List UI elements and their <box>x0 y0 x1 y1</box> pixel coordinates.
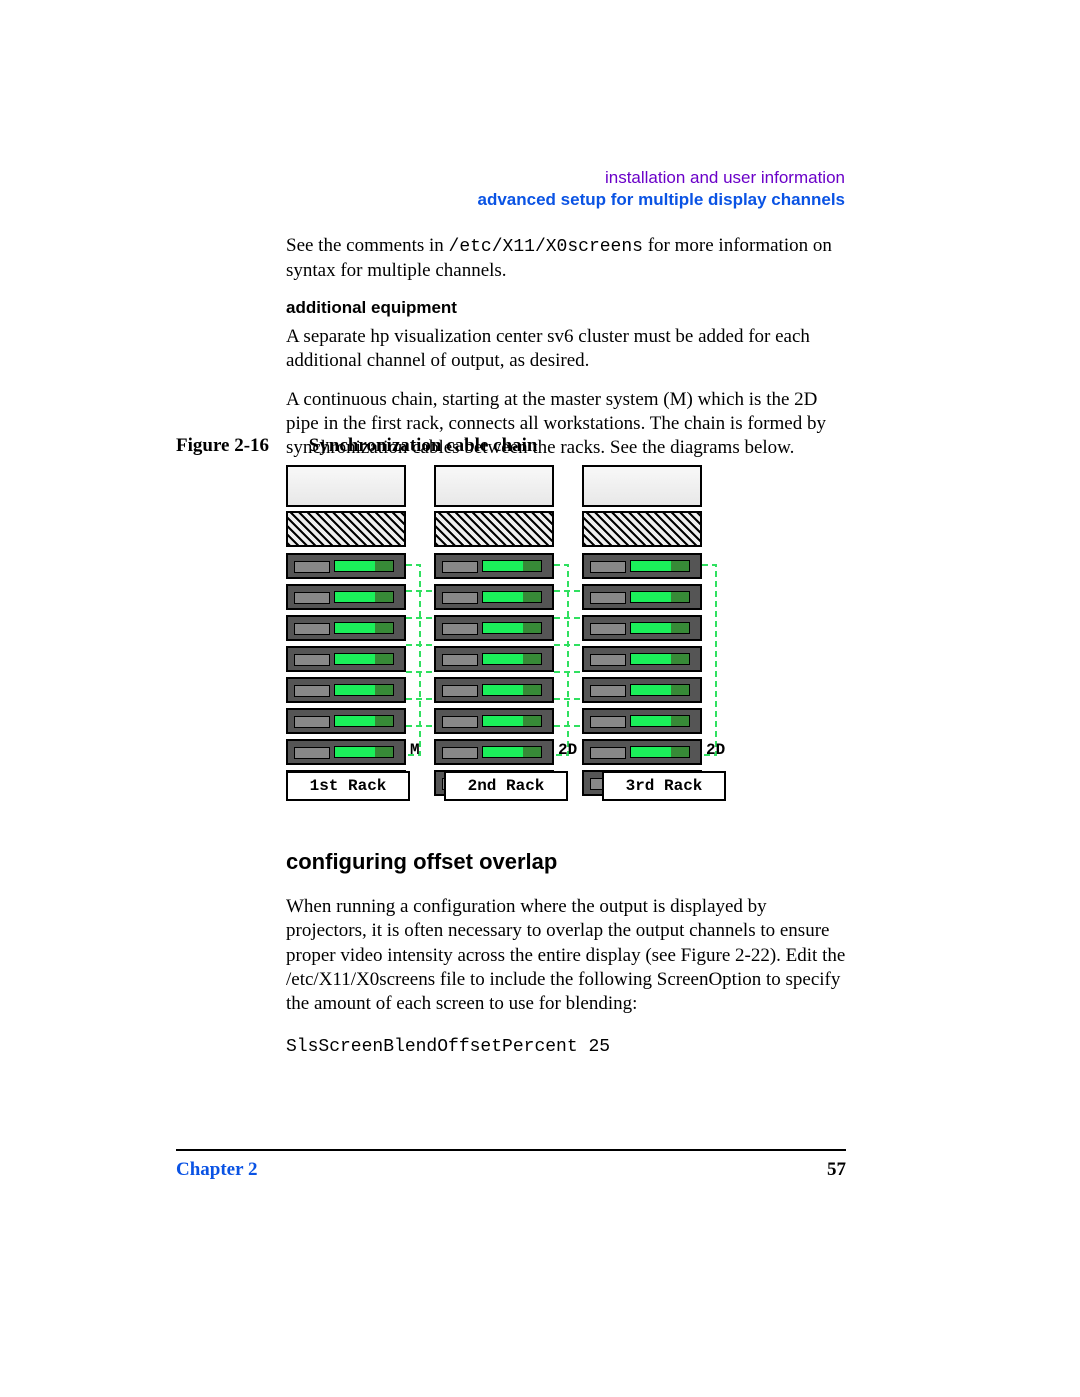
rack-node <box>434 584 554 610</box>
rack-node <box>434 646 554 672</box>
rack-node <box>434 708 554 734</box>
footer-chapter: Chapter 2 <box>176 1159 257 1181</box>
rack-node <box>434 677 554 703</box>
rack-top-unit <box>434 465 554 507</box>
running-header: installation and user information advanc… <box>478 168 845 210</box>
rack-hatch-panel <box>434 511 554 547</box>
figure-caption-row: Figure 2-16 Synchronization cable chain <box>176 435 846 457</box>
heading-configuring-offset-overlap: configuring offset overlap <box>286 848 846 876</box>
figure-number: Figure 2-16 <box>176 435 304 457</box>
rack-1 <box>286 465 406 801</box>
rack-node <box>434 615 554 641</box>
rack-node <box>286 615 406 641</box>
rack-node <box>286 677 406 703</box>
rack-node <box>286 646 406 672</box>
rack-node <box>582 615 702 641</box>
intro-text-pre: See the comments in <box>286 235 449 256</box>
rack-node <box>286 553 406 579</box>
label-2d-rack2: 2D <box>558 741 577 759</box>
section-offset-overlap: configuring offset overlap When running … <box>286 848 846 1059</box>
rack-2 <box>434 465 554 801</box>
rack-node <box>286 584 406 610</box>
header-section-title: installation and user information <box>478 168 845 188</box>
rack-node <box>582 708 702 734</box>
page-footer: Chapter 2 57 <box>176 1159 846 1181</box>
subheading-additional-equipment: additional equipment <box>286 297 846 319</box>
rack-node <box>582 584 702 610</box>
rack-label-1: 1st Rack <box>286 771 410 801</box>
rack-label-3: 3rd Rack <box>602 771 726 801</box>
rack-node <box>582 739 702 765</box>
label-2d-rack3: 2D <box>706 741 725 759</box>
rack-top-unit <box>286 465 406 507</box>
rack-node <box>286 739 406 765</box>
header-subsection-title: advanced setup for multiple display chan… <box>478 190 845 210</box>
rack-hatch-panel <box>286 511 406 547</box>
footer-rule <box>176 1149 846 1151</box>
rack-label-2: 2nd Rack <box>444 771 568 801</box>
rack-node <box>434 739 554 765</box>
paragraph-intro: See the comments in /etc/X11/X0screens f… <box>286 234 846 283</box>
rack-node <box>582 553 702 579</box>
code-path: /etc/X11/X0screens <box>449 237 643 257</box>
rack-3 <box>582 465 702 801</box>
page: installation and user information advanc… <box>0 0 1080 1397</box>
rack-node <box>286 708 406 734</box>
rack-top-unit <box>582 465 702 507</box>
footer-page-number: 57 <box>827 1159 846 1181</box>
paragraph-equipment-1: A separate hp visualization center sv6 c… <box>286 325 846 374</box>
rack-node <box>582 677 702 703</box>
label-master: M <box>410 741 420 759</box>
rack-label-row: 1st Rack 2nd Rack 3rd Rack <box>286 771 726 801</box>
rack-hatch-panel <box>582 511 702 547</box>
rack-node <box>434 553 554 579</box>
rack-node <box>582 646 702 672</box>
figure-diagram: M 2D 2D 1st Rack 2nd Rack 3rd Rack <box>286 465 726 805</box>
rack-diagram: M 2D 2D <box>286 465 726 765</box>
figure-caption: Synchronization cable chain <box>309 435 538 457</box>
paragraph-offset-overlap: When running a configuration where the o… <box>286 895 846 1017</box>
code-screenoption: SlsScreenBlendOffsetPercent 25 <box>286 1036 846 1059</box>
